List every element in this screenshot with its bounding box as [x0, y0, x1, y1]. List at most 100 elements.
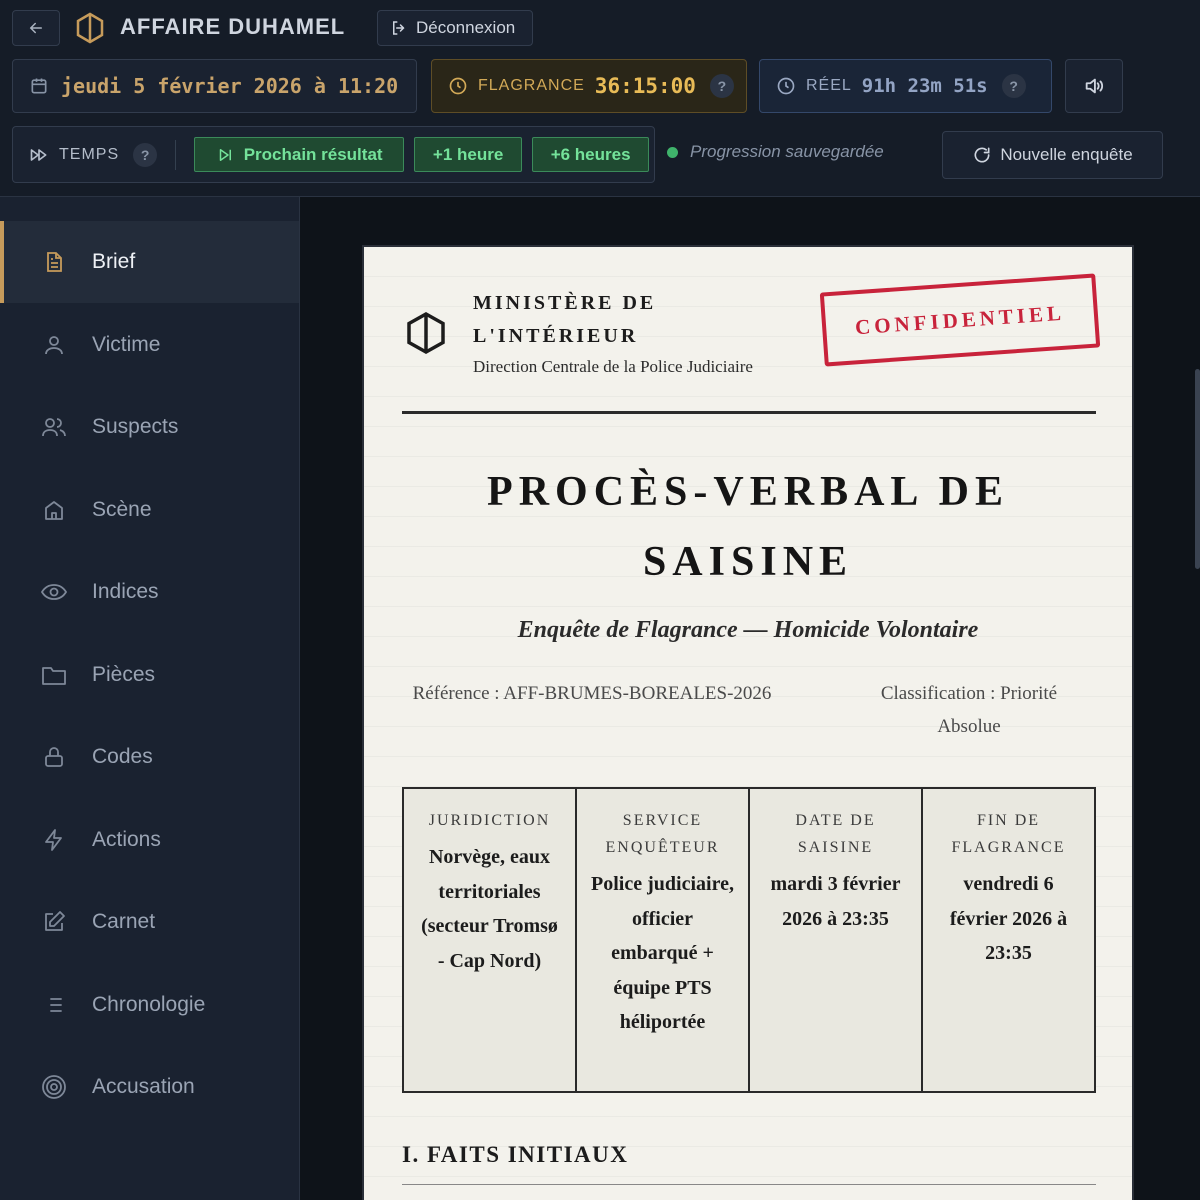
ministry-line-2: L'INTÉRIEUR [473, 325, 639, 347]
time-controls: TEMPS ? Prochain résultat +1 heure +6 he… [12, 126, 655, 183]
table-cell-value: vendredi 6 février 2026 à 23:35 [949, 873, 1068, 964]
table-cell-service: SERVICE ENQUÊTEUR Police judiciaire, off… [577, 789, 750, 1091]
section-heading: I. FAITS INITIAUX [402, 1142, 629, 1167]
real-time-timer: RÉEL 91h 23m 51s ? [759, 59, 1052, 113]
header-divider [402, 411, 1096, 414]
table-cell-header: JURIDICTION [428, 812, 551, 829]
brief-document: MINISTÈRE DE L'INTÉRIEUR Direction Centr… [362, 245, 1134, 1200]
table-cell-header: DATE DE SAISINE [795, 812, 876, 856]
ministry-logo-icon [407, 311, 445, 355]
save-status: Progression sauvegardée [667, 142, 884, 162]
table-cell-value: mardi 3 février 2026 à 23:35 [770, 873, 901, 930]
back-button[interactable] [12, 10, 60, 46]
table-cell-fin-flagrance: FIN DE FLAGRANCE vendredi 6 février 2026… [923, 789, 1094, 1091]
speaker-icon [1085, 78, 1104, 94]
eye-icon [40, 578, 68, 606]
user-icon [40, 331, 68, 359]
sidebar-item-chronologie[interactable]: Chronologie [0, 964, 299, 1046]
real-time-label: RÉEL [806, 77, 852, 94]
flagrance-help-icon[interactable]: ? [709, 74, 734, 98]
case-title: AFFAIRE DUHAMEL [120, 14, 346, 39]
game-date-text: jeudi 5 février 2026 à 11:20 [61, 74, 399, 98]
sidebar-item-label: Actions [92, 828, 161, 851]
arrow-left-icon [29, 22, 42, 34]
sidebar-item-label: Suspects [92, 415, 179, 438]
sidebar-item-victime[interactable]: Victime [0, 304, 299, 386]
save-status-text: Progression sauvegardée [690, 142, 884, 161]
sidebar-item-label: Carnet [92, 910, 156, 933]
clock-icon [777, 77, 795, 95]
logout-button[interactable]: Déconnexion [377, 10, 533, 46]
plus-1-hour-button[interactable]: +1 heure [414, 137, 523, 172]
sidebar-item-brief[interactable]: Brief [0, 221, 299, 303]
real-time-value: 91h 23m 51s [861, 75, 988, 97]
table-cell-value: Police judiciaire, officier embarqué + é… [591, 873, 734, 1033]
document-subtitle: Enquête de Flagrance — Homicide Volontai… [517, 617, 979, 643]
sidebar-item-indices[interactable]: Indices [0, 551, 299, 633]
case-reference: Référence : AFF-BRUMES-BOREALES-2026 [412, 683, 772, 704]
plus-6-hours-button[interactable]: +6 heures [532, 137, 650, 172]
lock-icon [40, 743, 68, 771]
app-logo-icon [76, 12, 104, 44]
time-help-icon[interactable]: ? [133, 142, 158, 167]
scrollbar[interactable] [1195, 369, 1200, 569]
document-title: PROCÈS-VERBAL DE SAISINE [364, 457, 1132, 597]
table-cell-header: SERVICE ENQUÊTEUR [605, 812, 720, 856]
sidebar-item-label: Codes [92, 745, 153, 768]
sidebar-item-actions[interactable]: Actions [0, 799, 299, 881]
calendar-icon [31, 78, 47, 94]
skip-forward-icon [219, 148, 231, 161]
folder-icon [40, 661, 68, 689]
real-time-help-icon[interactable]: ? [1001, 74, 1026, 98]
time-label: TEMPS [59, 145, 120, 163]
flagrance-label: FLAGRANCE [478, 77, 585, 94]
logout-label: Déconnexion [416, 18, 516, 37]
table-cell-header: FIN DE FLAGRANCE [951, 812, 1066, 856]
clock-icon [449, 77, 467, 95]
home-icon [40, 496, 68, 524]
sidebar-item-label: Pièces [92, 663, 156, 686]
sidebar: Brief Victime Suspects Scène Indices Piè… [0, 197, 300, 1200]
table-cell-value: Norvège, eaux territoriales (secteur Tro… [421, 846, 558, 972]
game-date-display: jeudi 5 février 2026 à 11:20 [12, 59, 417, 113]
ministry-subtitle: Direction Centrale de la Police Judiciai… [473, 357, 753, 376]
case-info-table: JURIDICTION Norvège, eaux territoriales … [402, 787, 1096, 1093]
case-classification: Classification : Priorité Absolue [880, 683, 1058, 737]
document-title-line-1: PROCÈS-VERBAL DE [487, 469, 1009, 515]
fast-forward-icon [30, 148, 47, 161]
sound-toggle-button[interactable] [1065, 59, 1123, 113]
sidebar-item-suspects[interactable]: Suspects [0, 386, 299, 468]
next-result-button[interactable]: Prochain résultat [194, 137, 405, 172]
list-icon [40, 991, 68, 1019]
main-content: MINISTÈRE DE L'INTÉRIEUR Direction Centr… [300, 197, 1200, 1200]
document-icon [40, 248, 68, 276]
new-investigation-label: Nouvelle enquête [1000, 145, 1133, 164]
sidebar-item-codes[interactable]: Codes [0, 716, 299, 798]
users-icon [40, 413, 68, 441]
sidebar-item-accusation[interactable]: Accusation [0, 1046, 299, 1128]
flagrance-time: 36:15:00 [594, 74, 696, 98]
logout-icon [393, 21, 405, 35]
sidebar-item-pieces[interactable]: Pièces [0, 634, 299, 716]
edit-icon [40, 908, 68, 936]
ministry-line-1: MINISTÈRE DE [473, 292, 657, 314]
document-title-line-2: SAISINE [642, 539, 854, 585]
top-bar: AFFAIRE DUHAMEL Déconnexion jeudi 5 févr… [0, 0, 1200, 197]
new-investigation-button[interactable]: Nouvelle enquête [942, 131, 1163, 179]
table-cell-juridiction: JURIDICTION Norvège, eaux territoriales … [404, 789, 577, 1091]
sidebar-item-scene[interactable]: Scène [0, 469, 299, 551]
sidebar-item-carnet[interactable]: Carnet [0, 881, 299, 963]
flagrance-timer: FLAGRANCE 36:15:00 ? [431, 59, 747, 113]
table-cell-date-saisine: DATE DE SAISINE mardi 3 février 2026 à 2… [750, 789, 923, 1091]
sidebar-item-label: Scène [92, 498, 152, 521]
sidebar-item-label: Victime [92, 333, 161, 356]
section-divider [402, 1184, 1096, 1185]
refresh-icon [974, 147, 990, 163]
confidential-stamp: CONFIDENTIEL [819, 273, 1101, 367]
status-dot [667, 146, 678, 158]
target-icon [40, 1073, 68, 1101]
ministry-name: MINISTÈRE DE L'INTÉRIEUR [473, 287, 656, 353]
sidebar-item-label: Brief [92, 250, 136, 273]
divider [175, 139, 177, 170]
sidebar-item-label: Accusation [92, 1075, 195, 1098]
